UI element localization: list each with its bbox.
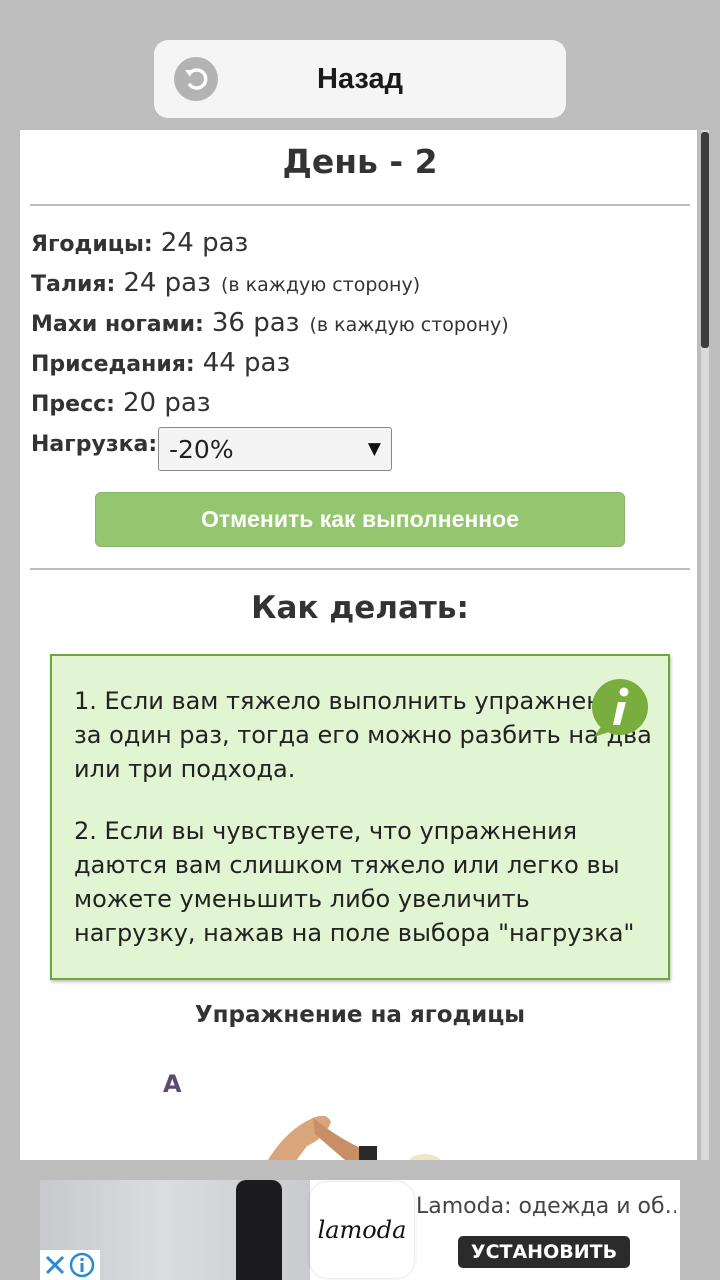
stat-row-abs: Пресс: 20 раз <box>31 388 211 424</box>
ad-banner[interactable]: lamoda Lamoda: одежда и об… УСТАНОВИТЬ <box>40 1180 680 1280</box>
scrollbar-thumb[interactable] <box>701 132 709 348</box>
ad-app-logo: lamoda <box>310 1182 414 1278</box>
ad-photo-figure <box>236 1180 282 1280</box>
stat-note: (в каждую сторону) <box>309 314 509 336</box>
day-card: День - 2 Ягодицы: 24 раз Талия: 24 раз (… <box>20 130 697 1160</box>
stat-row-leg-swings: Махи ногами: 36 раз (в каждую сторону) <box>31 308 509 344</box>
ad-install-button[interactable]: УСТАНОВИТЬ <box>458 1236 630 1268</box>
unmark-done-label: Отменить как выполненное <box>200 506 520 532</box>
ad-title: Lamoda: одежда и об… <box>416 1194 676 1219</box>
stat-note: (в каждую сторону) <box>220 274 421 296</box>
stat-value: 24 раз <box>160 228 249 258</box>
stat-label: Махи ногами: <box>31 312 204 337</box>
ad-logo-text: lamoda <box>317 1216 407 1244</box>
close-icon[interactable] <box>42 1252 68 1278</box>
stat-value: 44 раз <box>202 348 291 378</box>
stat-label: Талия: <box>31 272 116 297</box>
unmark-done-button[interactable]: Отменить как выполненное <box>95 492 625 547</box>
stat-row-glutes: Ягодицы: 24 раз <box>31 228 248 264</box>
load-label: Нагрузка: <box>31 432 158 457</box>
load-select-value: -20% <box>169 434 234 464</box>
ad-install-label: УСТАНОВИТЬ <box>470 1241 618 1263</box>
dropdown-arrow-icon: ▼ <box>367 439 381 459</box>
stat-row-waist: Талия: 24 раз (в каждую сторону) <box>31 268 420 304</box>
tips-box: 1. Если вам тяжело выполнить упражнение … <box>50 654 670 980</box>
day-title: День - 2 <box>282 142 438 181</box>
info-speech-bubble-icon <box>592 679 648 737</box>
howto-title: Как делать: <box>251 590 469 626</box>
stat-row-squats: Приседания: 44 раз <box>31 348 290 384</box>
stat-value: 20 раз <box>122 388 211 418</box>
load-row: Нагрузка: <box>31 432 157 468</box>
exercise-illustration <box>268 1115 441 1160</box>
stat-label: Ягодицы: <box>31 232 153 257</box>
exercise-title: Упражнение на ягодицы <box>194 1002 526 1028</box>
divider <box>30 568 690 570</box>
stat-value: 24 раз <box>123 268 211 298</box>
ad-info-icon[interactable] <box>68 1251 96 1279</box>
undo-arrow-icon <box>174 57 218 101</box>
back-label: Назад <box>317 62 403 95</box>
stat-label: Пресс: <box>31 392 115 417</box>
ad-controls <box>40 1250 100 1280</box>
divider <box>30 204 690 206</box>
load-select[interactable]: -20% ▼ <box>158 427 392 471</box>
stat-label: Приседания: <box>31 352 195 377</box>
stat-value: 36 раз <box>211 308 300 338</box>
tip-1: 1. Если вам тяжело выполнить упражнение … <box>74 687 652 783</box>
back-button[interactable]: Назад <box>154 40 566 118</box>
tip-2: 2. Если вы чувствуете, что упражнения да… <box>74 817 635 947</box>
exercise-step-letter: A <box>163 1070 182 1098</box>
